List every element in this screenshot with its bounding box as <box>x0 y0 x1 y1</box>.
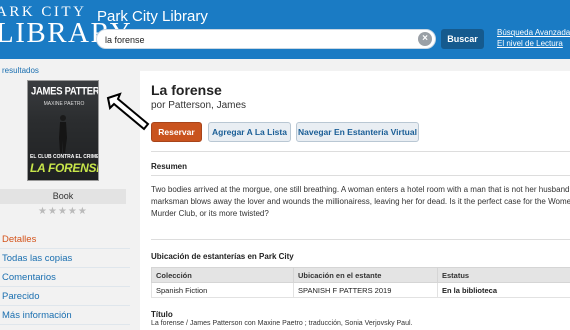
reserve-button[interactable]: Reservar <box>151 122 202 142</box>
table-row: Spanish Fiction SPANISH F PATTERS 2019 E… <box>151 282 570 298</box>
nav-more-info[interactable]: Más información <box>0 306 130 325</box>
search-button[interactable]: Buscar <box>441 29 484 49</box>
search-input[interactable] <box>105 32 415 47</box>
table-header-row: Colección Ubicación en el estante Estatu… <box>151 267 570 283</box>
divider <box>151 239 570 240</box>
star-icon[interactable]: ★ <box>58 206 68 217</box>
format-label: Book <box>0 189 126 204</box>
title-heading: Título <box>151 310 173 319</box>
col-status: Estatus <box>437 267 570 283</box>
advanced-search-link[interactable]: Búsqueda Avanzada <box>497 28 570 37</box>
clear-icon[interactable]: × <box>418 32 432 46</box>
pointer-arrow-icon <box>106 92 150 131</box>
cell-status: En la biblioteca <box>437 282 570 298</box>
nav-similar[interactable]: Parecido <box>0 287 130 306</box>
cell-location: SPANISH F PATTERS 2019 <box>293 282 438 298</box>
title-statement: La forense / James Patterson con Maxine … <box>151 320 413 327</box>
nav-reviews[interactable]: Comentarios <box>0 268 130 287</box>
divider <box>151 175 570 176</box>
record-nav: Detalles Todas las copias Comentarios Pa… <box>0 230 130 325</box>
book-cover[interactable]: JAMES PATTERSON MAXINE PAETRO EL CLUB CO… <box>27 80 99 181</box>
star-icon[interactable]: ★ <box>78 206 88 217</box>
record-title: La forense <box>151 82 222 98</box>
virtual-shelf-button[interactable]: Navegar En Estantería Virtual <box>296 122 419 142</box>
rating-stars[interactable]: ★★★★★ <box>38 206 88 217</box>
reading-level-link[interactable]: El nivel de Lectura <box>497 39 563 48</box>
cover-title: LA FORENSE <box>30 161 99 175</box>
summary-heading: Resumen <box>151 162 188 171</box>
cover-author: JAMES PATTERSON <box>31 85 99 99</box>
summary-line: Murder Club, or its more twisted? <box>151 209 269 218</box>
shelf-table: Colección Ubicación en el estante Estatu… <box>151 267 570 298</box>
summary-line: Two bodies arrived at the morgue, one st… <box>151 185 570 194</box>
star-icon[interactable]: ★ <box>68 206 78 217</box>
app-title[interactable]: Park City Library <box>97 8 208 25</box>
breadcrumb-results[interactable]: resultados <box>2 66 39 75</box>
cover-coauthor: MAXINE PAETRO <box>43 101 85 107</box>
col-collection: Colección <box>151 267 294 283</box>
col-location: Ubicación en el estante <box>293 267 438 283</box>
nav-all-copies[interactable]: Todas las copias <box>0 249 130 268</box>
nav-details[interactable]: Detalles <box>0 230 130 249</box>
record-author[interactable]: por Patterson, James <box>151 100 246 111</box>
shelf-heading: Ubicación de estanterías en Park City <box>151 252 294 261</box>
cell-collection: Spanish Fiction <box>151 282 294 298</box>
cover-subtitle: EL CLUB CONTRA EL CRIMEN <box>30 154 99 160</box>
cover-figure-image <box>59 115 67 153</box>
star-icon[interactable]: ★ <box>38 206 48 217</box>
add-to-list-button[interactable]: Agregar A La Lista <box>208 122 291 142</box>
site-header: ARK CITY LIBRARY Park City Library × Bus… <box>0 0 570 59</box>
star-icon[interactable]: ★ <box>48 206 58 217</box>
summary-line: marksman blows away the lover and wounds… <box>151 197 570 206</box>
summary-text: Two bodies arrived at the morgue, one st… <box>151 184 570 220</box>
divider <box>151 151 570 152</box>
search-box: × <box>96 29 436 49</box>
